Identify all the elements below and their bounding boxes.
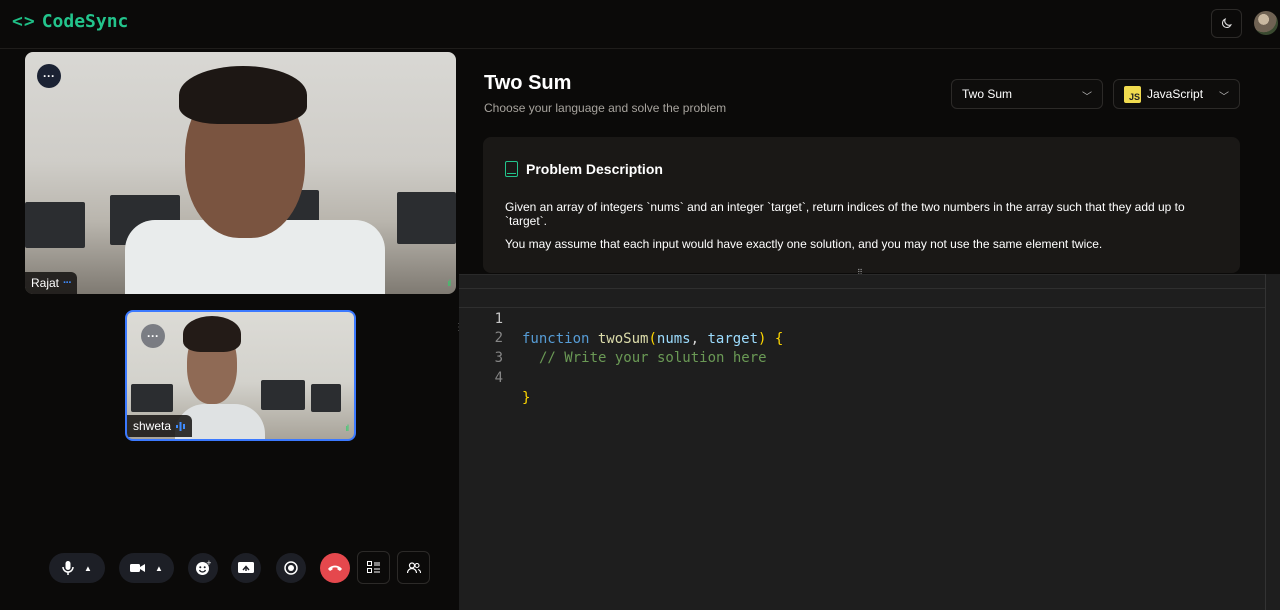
chevron-down-icon: ﹀ [1219, 92, 1229, 103]
secondary-video-tile[interactable]: ··· shweta ıl [125, 310, 356, 441]
signal-strength-icon: ıl [345, 423, 349, 433]
participant-name-tag: Rajat ··· [25, 272, 78, 294]
speaking-dots-icon: ··· [63, 277, 72, 289]
code-editor[interactable]: 1 function twoSum(nums, target) { 2 // W… [459, 274, 1266, 610]
description-header: Problem Description [505, 161, 663, 177]
code-line[interactable]: 2 // Write your solution here [459, 308, 1266, 366]
tile-more-options-button[interactable]: ··· [141, 324, 165, 348]
call-controls-bar: ▲ ▲ + [0, 551, 458, 587]
editor-scrollbar[interactable] [1265, 274, 1280, 610]
layout-button[interactable] [357, 551, 390, 584]
background-monitor [261, 380, 305, 410]
book-icon [505, 161, 518, 177]
code-line[interactable]: 1 function twoSum(nums, target) { [459, 288, 1266, 347]
participants-button[interactable] [397, 551, 430, 584]
problem-subtitle: Choose your language and solve the probl… [484, 101, 727, 115]
app-name: CodeSync [41, 11, 129, 32]
background-monitor [131, 384, 173, 412]
main-video-tile[interactable]: ··· Rajat ··· ıl [25, 52, 456, 294]
chevron-up-icon[interactable]: ▲ [84, 564, 92, 573]
participant-hair [183, 316, 241, 352]
participant-name: shweta [133, 419, 172, 433]
end-call-button[interactable] [320, 553, 350, 583]
code-line[interactable]: 4 } [459, 348, 1266, 406]
code-brackets-icon: <> [12, 11, 36, 32]
javascript-icon: JS [1124, 85, 1141, 103]
problem-description-card: Problem Description Given an array of in… [483, 137, 1240, 273]
language-select-value: JavaScript [1147, 87, 1204, 101]
chevron-up-icon[interactable]: ▲ [155, 564, 163, 573]
audio-waves-icon [176, 421, 186, 431]
problem-select-value: Two Sum [962, 87, 1013, 101]
description-heading: Problem Description [526, 161, 663, 177]
theme-toggle-button[interactable] [1211, 9, 1242, 38]
description-paragraph: Given an array of integers `nums` and an… [505, 200, 1185, 228]
layout-icon [367, 561, 380, 573]
screen-share-icon [238, 561, 254, 573]
app-logo[interactable]: <> CodeSync [12, 11, 128, 32]
tile-more-options-button[interactable]: ··· [37, 64, 61, 88]
screen-share-button[interactable] [231, 553, 261, 583]
record-icon [284, 561, 298, 575]
camera-control-button[interactable]: ▲ [119, 553, 174, 583]
participants-icon [406, 561, 421, 573]
code-line[interactable]: 3 [459, 328, 1266, 366]
participant-hair [179, 66, 307, 124]
signal-strength-icon: ıl [447, 278, 451, 288]
phone-end-icon [328, 565, 342, 571]
mic-control-button[interactable]: ▲ [49, 553, 105, 583]
moon-icon [1221, 18, 1232, 29]
background-monitor [311, 384, 341, 412]
top-bar: <> CodeSync [0, 0, 1280, 49]
background-monitor [397, 192, 456, 244]
background-monitor [25, 202, 85, 248]
problem-title: Two Sum [484, 72, 572, 94]
description-paragraph: You may assume that each input would hav… [505, 237, 1103, 251]
video-call-panel: ··· Rajat ··· ıl ··· shweta ıl ▲ ▲ + [0, 50, 458, 610]
mic-icon [62, 561, 74, 575]
camera-icon [130, 564, 146, 572]
language-select[interactable]: JS JavaScript ﹀ [1113, 79, 1240, 109]
participant-name-tag: shweta [127, 415, 193, 437]
code-brace: } [522, 390, 531, 406]
problem-select[interactable]: Two Sum ﹀ [951, 79, 1103, 109]
svg-text:+: + [206, 560, 211, 567]
line-number: 4 [494, 370, 503, 386]
problem-panel: Two Sum Choose your language and solve t… [459, 50, 1280, 610]
user-avatar[interactable] [1254, 11, 1278, 35]
participant-name: Rajat [31, 276, 60, 290]
chevron-down-icon: ﹀ [1082, 92, 1092, 103]
reactions-button[interactable]: + [188, 553, 218, 583]
emoji-icon: + [196, 560, 211, 575]
record-button[interactable] [276, 553, 306, 583]
